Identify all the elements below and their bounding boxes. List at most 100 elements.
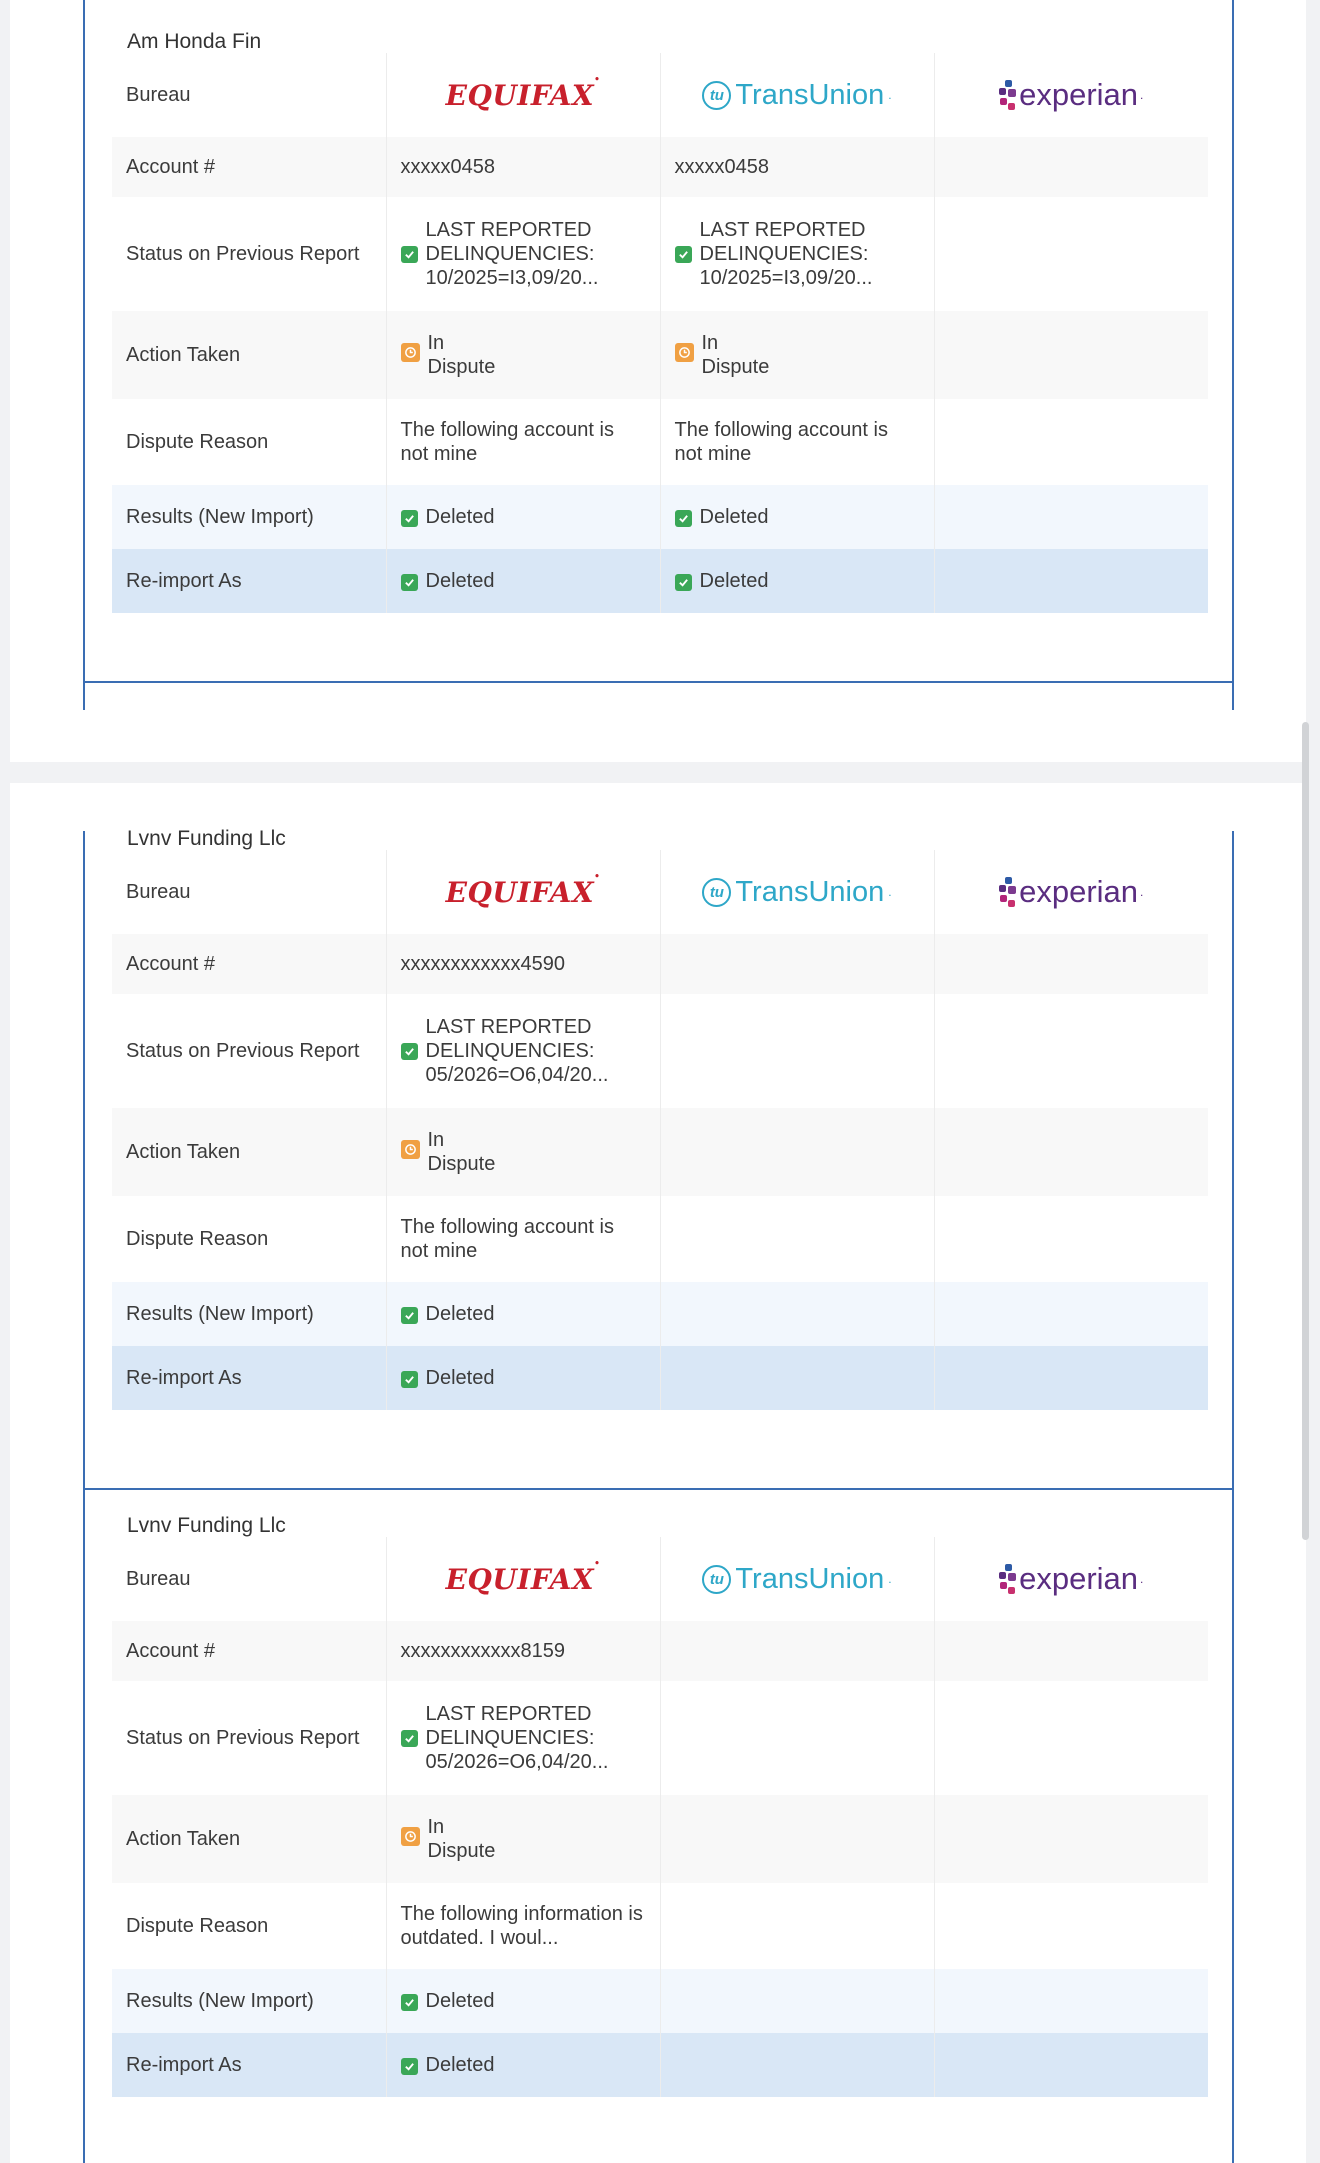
equifax-action: In Dispute [386, 1108, 661, 1196]
dispute-card-1: Am Honda Fin Bureau EQUIFAX• tu TransUnio… [10, 0, 1306, 762]
equifax-action: In Dispute [386, 311, 661, 399]
cell-value: LAST REPORTED DELINQUENCIES: 10/2025=I3,… [699, 219, 873, 289]
row-label: Account # [112, 934, 387, 994]
check-icon [400, 246, 418, 263]
row-label: Re-import As [112, 549, 387, 613]
transunion-logo: tu TransUnion. [660, 53, 935, 137]
experian-dots-icon [999, 875, 1017, 909]
row-label: Results (New Import) [112, 1282, 387, 1346]
row-status: Status on Previous Report LAST REPORTED … [112, 1681, 1208, 1795]
check-icon [400, 1730, 418, 1747]
row-action-taken: Action Taken In Dispute [112, 1795, 1208, 1883]
cell-value: Deleted [699, 506, 769, 528]
cell-value: Deleted [425, 506, 495, 528]
cell-value: Deleted [425, 570, 495, 592]
experian-logo: experian. [934, 850, 1208, 934]
scrollbar-thumb[interactable] [1302, 722, 1309, 1540]
row-bureau: Bureau EQUIFAX• tu TransUnion. experian. [112, 53, 1208, 137]
row-status: Status on Previous Report LAST REPORTED … [112, 197, 1208, 311]
check-icon [400, 573, 418, 591]
transunion-reimport: Deleted [660, 549, 935, 613]
row-status: Status on Previous Report LAST REPORTED … [112, 994, 1208, 1108]
equifax-reason: The following account is not mine [386, 1196, 661, 1282]
row-label: Account # [112, 137, 387, 197]
row-reimport: Re-import As Deleted Deleted [112, 549, 1208, 613]
transunion-logo: tu TransUnion. [660, 850, 935, 934]
row-bureau: Bureau EQUIFAX• tu TransUnion. experian. [112, 850, 1208, 934]
check-icon [674, 509, 692, 527]
transunion-results [660, 1282, 935, 1346]
transunion-account [660, 1621, 935, 1681]
check-icon [400, 2057, 418, 2075]
equifax-status: LAST REPORTED DELINQUENCIES: 10/2025=I3,… [386, 197, 661, 311]
equifax-reimport: Deleted [386, 1346, 661, 1410]
row-action-taken: Action Taken In Dispute [112, 1108, 1208, 1196]
experian-results [934, 1969, 1208, 2033]
cell-value: In Dispute [427, 1816, 496, 1862]
row-reimport: Re-import As Deleted [112, 1346, 1208, 1410]
equifax-reason: The following account is not mine [386, 399, 661, 485]
row-label: Dispute Reason [112, 1196, 387, 1282]
row-label: Status on Previous Report [112, 197, 387, 311]
row-label: Bureau [112, 850, 387, 934]
cell-value: In Dispute [427, 332, 496, 378]
row-results: Results (New Import) Deleted [112, 1969, 1208, 2033]
transunion-reason [660, 1196, 935, 1282]
row-dispute-reason: Dispute Reason The following account is … [112, 399, 1208, 485]
transunion-status: LAST REPORTED DELINQUENCIES: 10/2025=I3,… [660, 197, 935, 311]
tu-icon: tu [702, 877, 732, 907]
transunion-results: Deleted [660, 485, 935, 549]
transunion-results [660, 1969, 935, 2033]
cell-value: LAST REPORTED DELINQUENCIES: 10/2025=I3,… [425, 219, 599, 289]
row-label: Re-import As [112, 1346, 387, 1410]
equifax-logo: EQUIFAX• [386, 1537, 661, 1621]
transunion-reason [660, 1883, 935, 1969]
experian-reason [934, 399, 1208, 485]
frame-divider [83, 1488, 1234, 1490]
equifax-account: xxxxxxxxxxxx8159 [386, 1621, 661, 1681]
transunion-status [660, 994, 935, 1108]
clock-icon [400, 1827, 420, 1846]
cell-value: In Dispute [427, 1129, 496, 1175]
frame-left [83, 0, 85, 710]
experian-reimport [934, 2033, 1208, 2097]
experian-action [934, 311, 1208, 399]
cell-value: Deleted [425, 1367, 495, 1389]
creditor-name: Am Honda Fin [127, 30, 262, 53]
row-label: Status on Previous Report [112, 994, 387, 1108]
check-icon [400, 1043, 418, 1060]
experian-logo: experian. [934, 1537, 1208, 1621]
cell-value: LAST REPORTED DELINQUENCIES: 05/2026=O6,… [425, 1703, 609, 1773]
experian-dots-icon [999, 78, 1017, 112]
experian-results [934, 485, 1208, 549]
check-icon [400, 1306, 418, 1324]
row-label: Account # [112, 1621, 387, 1681]
frame-bottom [83, 681, 1234, 683]
row-reimport: Re-import As Deleted [112, 2033, 1208, 2097]
row-label: Re-import As [112, 2033, 387, 2097]
equifax-account: xxxxxxxxxxxx4590 [386, 934, 661, 994]
experian-reason [934, 1196, 1208, 1282]
transunion-logo: tu TransUnion. [660, 1537, 935, 1621]
clock-icon [400, 343, 420, 362]
equifax-reimport: Deleted [386, 2033, 661, 2097]
tu-icon: tu [702, 1564, 732, 1594]
experian-reimport [934, 1346, 1208, 1410]
equifax-logo: EQUIFAX• [386, 53, 661, 137]
row-dispute-reason: Dispute Reason The following information… [112, 1883, 1208, 1969]
experian-dots-icon [999, 1562, 1017, 1596]
experian-action [934, 1795, 1208, 1883]
equifax-results: Deleted [386, 1969, 661, 2033]
cell-value: Deleted [425, 1990, 495, 2012]
experian-status [934, 1681, 1208, 1795]
row-label: Dispute Reason [112, 1883, 387, 1969]
equifax-reason: The following information is outdated. I… [386, 1883, 661, 1969]
row-account-number: Account # xxxxxxxxxxxx8159 [112, 1621, 1208, 1681]
frame-left [83, 831, 85, 2163]
transunion-action [660, 1795, 935, 1883]
row-results: Results (New Import) Deleted [112, 1282, 1208, 1346]
row-label: Action Taken [112, 1108, 387, 1196]
cell-value: LAST REPORTED DELINQUENCIES: 05/2026=O6,… [425, 1016, 609, 1086]
cell-value: Deleted [425, 2054, 495, 2076]
row-label: Results (New Import) [112, 1969, 387, 2033]
